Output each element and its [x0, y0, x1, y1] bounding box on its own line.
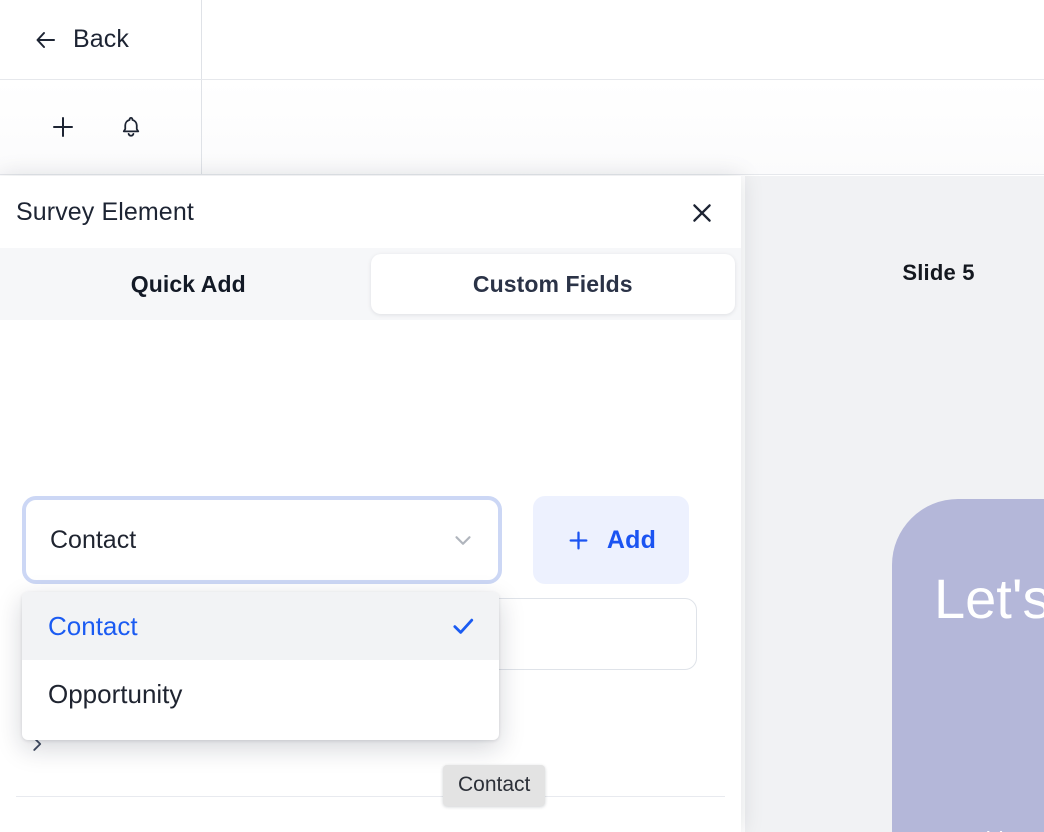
slide-heading: Let's Brand with — [934, 567, 1044, 630]
modal-title: Survey Element — [16, 197, 194, 226]
bell-icon[interactable] — [116, 112, 146, 142]
tab-quick-add[interactable]: Quick Add — [6, 254, 371, 314]
tab-quick-add-label: Quick Add — [130, 270, 246, 297]
select-tooltip: Contact — [443, 765, 546, 806]
add-button-label: Add — [606, 525, 657, 554]
slide-card[interactable]: Let's Brand with Once this su unique bra… — [892, 499, 1044, 832]
top-nav-left-section: Back — [0, 0, 202, 79]
slide-body-text: Once this su unique brand audience, ref — [916, 819, 1044, 832]
modal-tab-bar: Quick Add Custom Fields — [0, 248, 741, 320]
slide-number-label: Slide 5 — [902, 260, 975, 285]
plus-icon — [566, 528, 591, 553]
check-icon — [449, 612, 477, 640]
dropdown-option-contact[interactable]: Contact — [22, 592, 499, 660]
dropdown-option-label: Opportunity — [48, 678, 183, 709]
object-picker-row: Contact Add — [0, 496, 741, 592]
back-button[interactable]: Back — [33, 25, 129, 54]
arrow-left-icon — [33, 27, 59, 53]
screen-root: Back Slide 5 Let's Survey Element Quick … — [0, 0, 1044, 832]
survey-element-modal: Survey Element Quick Add Custom Fields C… — [0, 176, 741, 832]
accordion-item-lead-form-automations[interactable]: N-011.0.3. LEAD FORM AUTOMATIONS (8) — [0, 796, 741, 832]
tab-custom-fields-label: Custom Fields — [472, 270, 633, 297]
object-select-dropdown: Contact Opportunity — [22, 592, 499, 740]
object-select-wrapper: Contact — [22, 496, 502, 584]
tab-custom-fields[interactable]: Custom Fields — [370, 254, 735, 314]
object-select[interactable]: Contact — [22, 496, 502, 584]
slide-preview-panel: Slide 5 Let's Brand with Once this su un… — [745, 176, 1044, 832]
slide-body-line-1: Once this su — [916, 827, 1044, 832]
secondary-toolbar — [0, 80, 1044, 175]
dropdown-option-label: Contact — [48, 610, 138, 641]
plus-icon[interactable] — [48, 112, 78, 142]
dropdown-option-opportunity[interactable]: Opportunity — [22, 660, 499, 728]
chevron-down-icon — [450, 527, 476, 553]
object-select-value: Contact — [50, 525, 137, 554]
close-icon[interactable] — [683, 194, 721, 232]
back-label: Back — [73, 25, 129, 53]
modal-header: Survey Element — [0, 176, 741, 248]
secondary-toolbar-left-section — [0, 80, 202, 174]
add-button[interactable]: Add — [533, 496, 689, 584]
top-navigation-bar: Back — [0, 0, 1044, 80]
